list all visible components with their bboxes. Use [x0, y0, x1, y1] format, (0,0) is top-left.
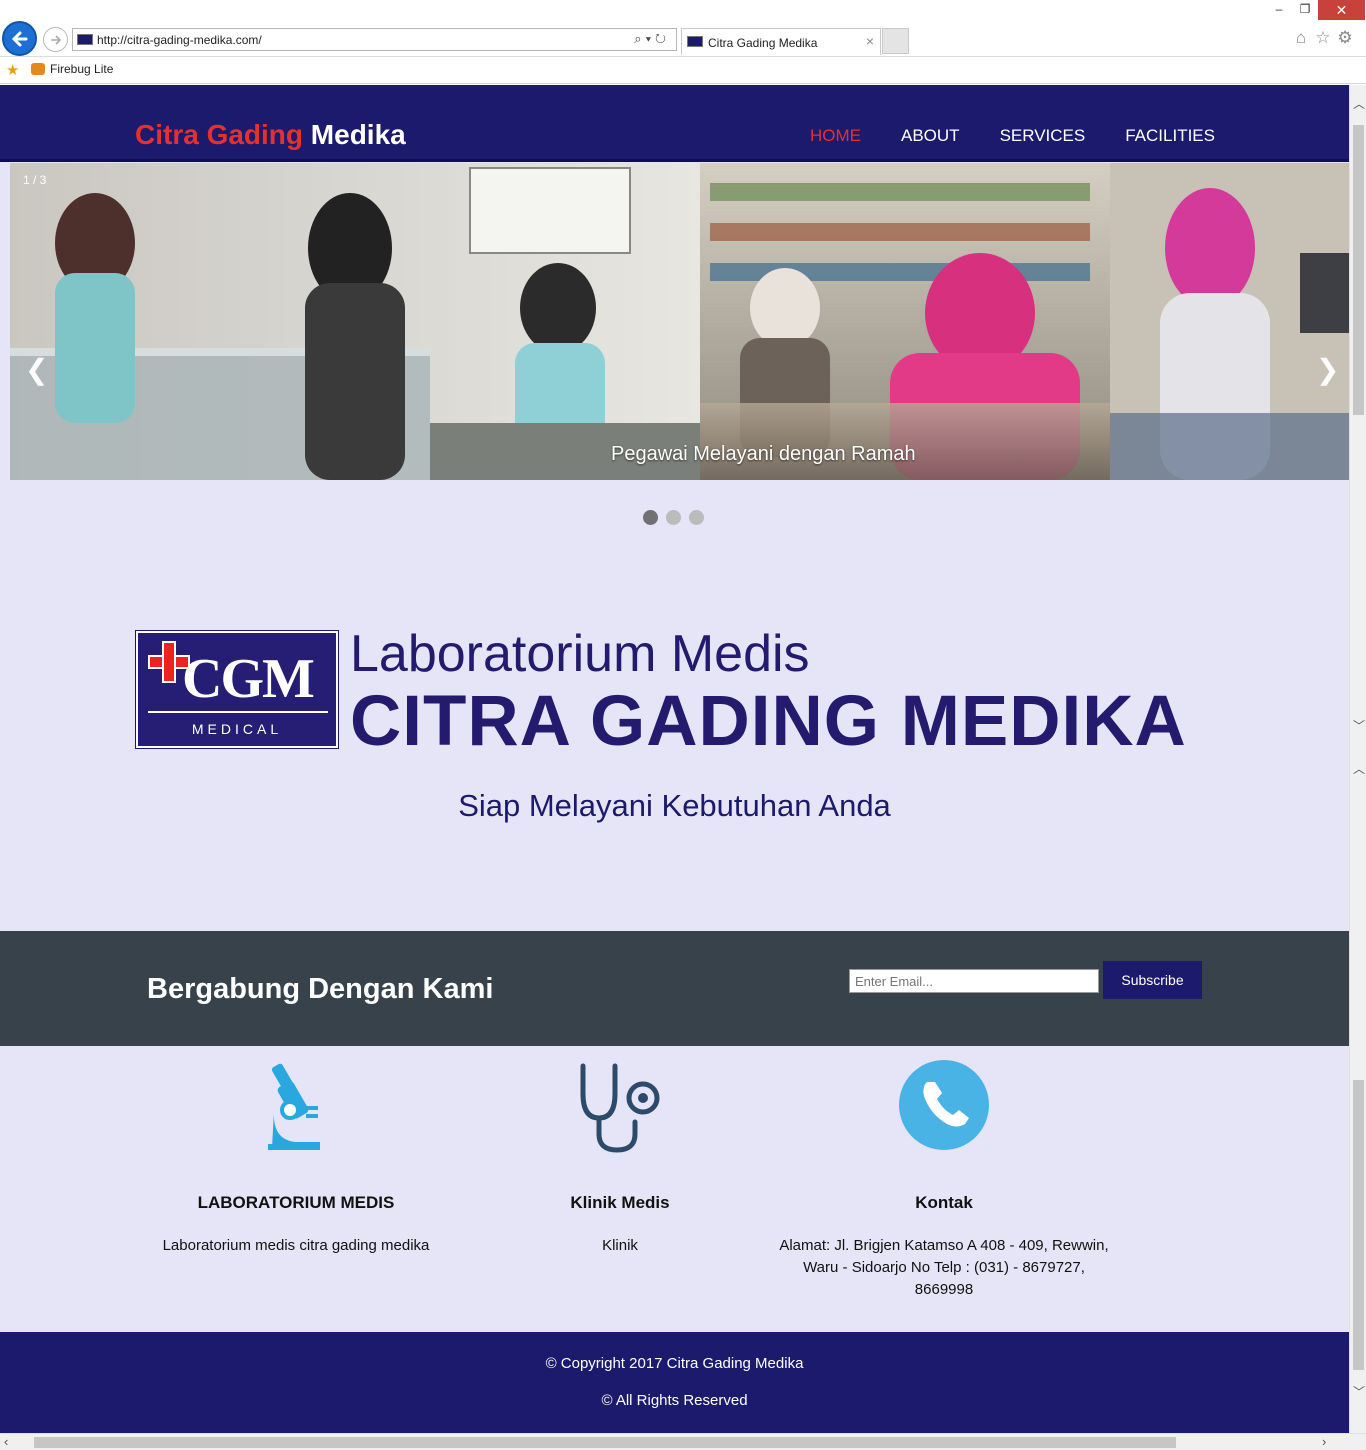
- stethoscope-icon: [580, 1063, 660, 1153]
- star-icon[interactable]: ☆: [1312, 28, 1334, 48]
- scroll-thumb[interactable]: [1353, 125, 1364, 415]
- email-input[interactable]: [849, 969, 1099, 993]
- favorites-bar: ★ Firebug Lite: [0, 57, 1366, 84]
- close-window-button[interactable]: ✕: [1318, 0, 1365, 20]
- phone-icon: [899, 1060, 989, 1150]
- hero-name: CITRA GADING MEDIKA: [350, 682, 1187, 761]
- restore-button[interactable]: ❐: [1292, 2, 1318, 20]
- brand-part-white: Medika: [310, 119, 406, 150]
- carousel-dot-1[interactable]: [643, 510, 658, 525]
- search-refresh-icons[interactable]: ⌕▾↻: [634, 31, 670, 47]
- site-footer: © Copyright 2017 Citra Gading Medika © A…: [0, 1332, 1349, 1433]
- microscope-icon: [268, 1063, 320, 1150]
- carousel-prev-button[interactable]: ❮: [25, 353, 48, 386]
- logo-text: CGM: [182, 648, 315, 710]
- new-tab-button[interactable]: [882, 28, 909, 54]
- slide-counter: 1 / 3: [23, 173, 47, 187]
- nav-item-about[interactable]: ABOUT: [901, 126, 960, 146]
- address-url[interactable]: http://citra-gading-medika.com/: [97, 33, 262, 47]
- tab-title: Citra Gading Medika: [708, 36, 818, 50]
- scroll-up-icon[interactable]: ︿: [1353, 95, 1365, 112]
- site-brand[interactable]: Citra Gading Medika: [135, 119, 406, 151]
- hero-tagline: Siap Melayani Kebutuhan Anda: [458, 788, 891, 823]
- scroll-left-icon[interactable]: ‹: [4, 1434, 8, 1449]
- logo-divider: [148, 711, 328, 713]
- carousel-photo: [10, 163, 1349, 480]
- address-bar[interactable]: http://citra-gading-medika.com/ ⌕▾↻: [72, 28, 677, 51]
- scroll-down-icon[interactable]: ﹀: [1353, 1383, 1365, 1400]
- gear-icon[interactable]: ⚙: [1334, 28, 1356, 48]
- feature-desc: Alamat: Jl. Brigjen Katamso A 408 - 409,…: [779, 1237, 1109, 1298]
- back-button[interactable]: [2, 21, 37, 56]
- subscribe-section: Bergabung Dengan Kami Subscribe: [0, 931, 1349, 1046]
- favorites-star-icon[interactable]: ★: [6, 61, 19, 79]
- nav-item-services[interactable]: SERVICES: [1000, 126, 1086, 146]
- hero-carousel: 1 / 3 ❮ ❯ Pegawai Melayani dengan Ramah: [10, 163, 1349, 480]
- site-navbar: Citra Gading Medika HOME ABOUT SERVICES …: [0, 85, 1349, 162]
- feature-title: Klinik Medis: [570, 1193, 670, 1212]
- carousel-dots: [643, 510, 704, 525]
- browser-tab[interactable]: Citra Gading Medika ×: [681, 28, 881, 55]
- forward-button[interactable]: [43, 27, 68, 52]
- firebug-label: Firebug Lite: [50, 62, 114, 76]
- hero-title: Laboratorium Medis: [350, 625, 810, 683]
- carousel-dot-3[interactable]: [689, 510, 704, 525]
- tab-close-icon[interactable]: ×: [866, 33, 874, 49]
- vertical-scrollbar[interactable]: ︿ ﹀ ︿ ﹀: [1349, 85, 1366, 1433]
- cgm-logo: CGM MEDICAL: [135, 630, 339, 749]
- feature-desc: Klinik: [602, 1237, 638, 1254]
- feature-title: Kontak: [915, 1193, 973, 1212]
- site-favicon-icon: [77, 34, 93, 45]
- feature-desc: Laboratorium medis citra gading medika: [162, 1237, 430, 1254]
- footer-rights: © All Rights Reserved: [601, 1392, 748, 1409]
- browser-icons: ⌂ ☆ ⚙: [1290, 28, 1360, 50]
- red-cross-vertical: [162, 641, 176, 683]
- nav-item-home[interactable]: HOME: [810, 126, 861, 146]
- scroll-right-icon[interactable]: ›: [1322, 1434, 1326, 1449]
- forward-arrow-icon: [51, 35, 62, 45]
- back-arrow-icon: [11, 31, 28, 47]
- logo-subtext: MEDICAL: [191, 721, 283, 737]
- brand-part-red: Citra Gading: [135, 119, 304, 150]
- scroll-thumb[interactable]: [34, 1437, 1176, 1448]
- browser-toolbar: http://citra-gading-medika.com/ ⌕▾↻ Citr…: [0, 0, 1366, 57]
- firebug-icon: [31, 63, 45, 75]
- nav-menu: HOME ABOUT SERVICES FACILITIES: [790, 126, 1235, 146]
- subscribe-button[interactable]: Subscribe: [1103, 961, 1202, 999]
- page-viewport: Citra Gading Medika HOME ABOUT SERVICES …: [0, 85, 1349, 1433]
- scroll-thumb[interactable]: [1353, 1080, 1364, 1370]
- horizontal-scrollbar[interactable]: ‹ ›: [0, 1433, 1366, 1450]
- feature-title: LABORATORIUM MEDIS: [197, 1193, 395, 1212]
- footer-copyright: © Copyright 2017 Citra Gading Medika: [545, 1355, 804, 1372]
- minimize-button[interactable]: –: [1266, 2, 1292, 20]
- scroll-up-icon[interactable]: ︿: [1353, 760, 1365, 777]
- scroll-down-icon[interactable]: ﹀: [1353, 717, 1365, 734]
- carousel-dot-2[interactable]: [666, 510, 681, 525]
- carousel-caption: Pegawai Melayani dengan Ramah: [611, 443, 916, 465]
- tab-favicon-icon: [687, 36, 703, 47]
- home-icon[interactable]: ⌂: [1290, 28, 1312, 48]
- carousel-next-button[interactable]: ❯: [1316, 353, 1339, 386]
- nav-item-facilities[interactable]: FACILITIES: [1125, 126, 1215, 146]
- subscribe-title: Bergabung Dengan Kami: [147, 973, 494, 1005]
- favorites-item-firebug[interactable]: Firebug Lite: [31, 62, 113, 76]
